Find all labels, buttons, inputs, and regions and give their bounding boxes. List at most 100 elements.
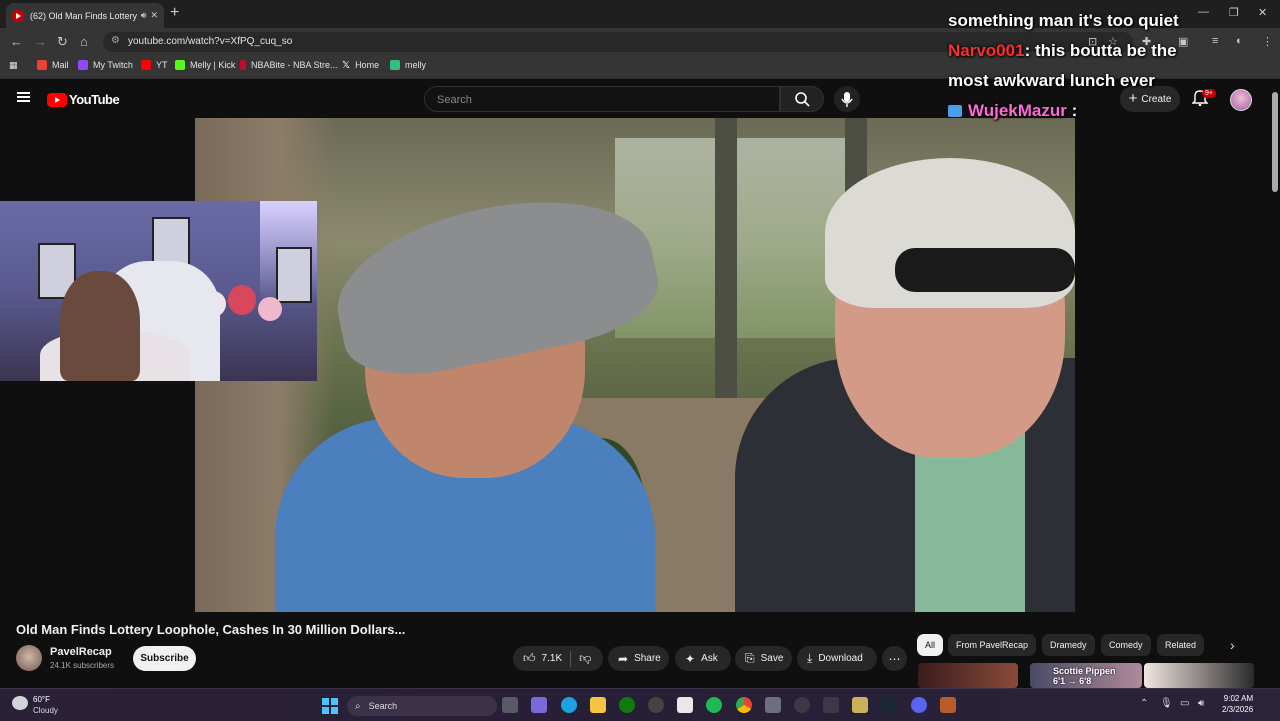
stream-chat-overlay: something man it's too quiet Narvo001: t…: [948, 6, 1280, 126]
bookmark-yt[interactable]: YT: [141, 60, 168, 70]
windows-start-icon[interactable]: [322, 698, 338, 714]
search-icon: ⌕: [355, 700, 361, 712]
twitch-icon: [78, 60, 88, 70]
browser-tab[interactable]: (62) Old Man Finds Lottery 🔊︎ ✕: [6, 3, 164, 28]
chip-comedy[interactable]: Comedy: [1101, 634, 1151, 656]
voice-search-button[interactable]: [834, 86, 860, 112]
url-text: youtube.com/watch?v=XfPQ_cuq_so: [128, 36, 293, 47]
show-hidden-icons-icon[interactable]: ⌃: [1140, 698, 1148, 709]
bookmark-my-twitch[interactable]: My Twitch: [78, 60, 133, 70]
subscribe-button[interactable]: Subscribe: [133, 646, 196, 671]
youtube-logo[interactable]: YouTube: [47, 92, 120, 107]
search-button[interactable]: [780, 86, 824, 112]
kick-icon: [175, 60, 185, 70]
reco-thumbnail[interactable]: [1144, 663, 1254, 688]
subscriber-count: 24.1K subscribers: [50, 661, 115, 670]
weather-temp[interactable]: 60°F: [33, 695, 50, 704]
chat-text: : this boutta be the: [1024, 41, 1177, 60]
back-icon[interactable]: ←: [10, 34, 23, 50]
apps-grid-icon[interactable]: ▦: [9, 60, 18, 71]
bookmark-melly[interactable]: melly: [390, 60, 426, 70]
microphone-icon: [841, 92, 853, 107]
bookmark-home[interactable]: 𝕏 Home: [342, 60, 379, 71]
microphone-tray-icon[interactable]: 🎙︎: [1160, 698, 1173, 709]
tab-close-icon[interactable]: ✕: [150, 10, 158, 21]
app-icon[interactable]: [940, 697, 956, 713]
save-button[interactable]: ⎘ Save: [735, 646, 792, 671]
weather-cloud-icon[interactable]: [12, 696, 28, 710]
search-box: [424, 86, 780, 112]
volume-icon[interactable]: 🔊︎: [1198, 698, 1204, 709]
search-icon: [795, 92, 810, 107]
webcam-poster: [276, 247, 312, 303]
search-input[interactable]: [435, 93, 759, 107]
webcam-person: [60, 271, 140, 381]
youtube-icon: [141, 60, 151, 70]
youtube-play-logo-icon: [47, 92, 67, 107]
weather-condition[interactable]: Cloudy: [33, 706, 58, 715]
taskbar-clock[interactable]: 9:02 AM 2/3/2026: [1222, 693, 1253, 715]
dislike-icon[interactable]: 👎︎: [579, 651, 591, 666]
share-button[interactable]: ➦ Share: [608, 646, 669, 671]
chrome-icon[interactable]: [736, 697, 752, 713]
chevron-right-icon[interactable]: ›: [1230, 637, 1235, 653]
bookmark-nbabite[interactable]: NBABite - NBA Stre...: [240, 60, 338, 70]
reco-thumbnail[interactable]: [918, 663, 1018, 688]
site-info-icon[interactable]: ⚙︎: [111, 35, 120, 46]
chat-username: Narvo001: [948, 41, 1025, 60]
display-icon[interactable]: ▭: [1180, 698, 1189, 709]
chat-text: :: [1066, 101, 1078, 120]
speaker-icon[interactable]: 🔊︎: [141, 10, 147, 21]
x-icon: 𝕏: [342, 60, 351, 71]
video-person-right-sunglasses: [895, 248, 1075, 292]
scrollbar-thumb[interactable]: [1272, 92, 1278, 192]
youtube-favicon-icon: [12, 9, 24, 22]
channel-avatar[interactable]: [16, 645, 42, 671]
reload-icon[interactable]: ↻: [57, 34, 68, 50]
hamburger-menu-icon[interactable]: [17, 92, 30, 102]
app-icon[interactable]: [852, 697, 868, 713]
like-count[interactable]: 7.1K: [542, 653, 563, 664]
like-dislike-group: 👍︎ 7.1K 👎︎: [513, 646, 603, 671]
video-player[interactable]: [195, 118, 1075, 612]
chip-from-channel[interactable]: From PavelRecap: [948, 634, 1037, 656]
file-explorer-icon[interactable]: [590, 697, 606, 713]
like-icon[interactable]: 👍︎: [523, 651, 536, 666]
ask-button[interactable]: ✦ Ask: [675, 646, 731, 671]
store-icon[interactable]: [677, 697, 693, 713]
webcam-poster: [152, 217, 190, 267]
download-button[interactable]: ⤓ Download: [797, 646, 877, 671]
media-player-icon[interactable]: [794, 697, 810, 713]
xbox-icon[interactable]: [619, 697, 635, 713]
subscriber-badge-icon: [948, 105, 962, 117]
app-icon[interactable]: [823, 697, 839, 713]
channel-name[interactable]: PavelRecap: [50, 646, 112, 658]
webcam-plush: [258, 297, 282, 321]
steam-icon[interactable]: [882, 697, 898, 713]
home-icon[interactable]: ⌂: [80, 34, 88, 50]
more-actions-icon[interactable]: ⋯: [882, 646, 907, 671]
page-scrollbar[interactable]: [1270, 80, 1280, 690]
reco-thumbnail-text: Scottie Pippen 6'1 → 6'8: [1053, 666, 1116, 686]
forward-icon[interactable]: →: [34, 34, 47, 50]
task-view-icon[interactable]: [502, 697, 518, 713]
new-tab-icon[interactable]: +: [170, 4, 179, 22]
divider: [570, 650, 572, 667]
discord-icon[interactable]: [911, 697, 927, 713]
spotify-icon[interactable]: [706, 697, 722, 713]
app-icon[interactable]: [648, 697, 664, 713]
chip-all[interactable]: All: [917, 634, 944, 656]
chat-message-cont: most awkward lunch ever: [948, 71, 1155, 90]
edge-icon[interactable]: [561, 697, 577, 713]
bookmark-favicon-icon: [390, 60, 400, 70]
webcam-plush: [228, 285, 256, 315]
chip-related[interactable]: Related: [1157, 634, 1205, 656]
bookmark-melly-kick[interactable]: Melly | Kick: [175, 60, 235, 70]
copilot-icon[interactable]: [531, 697, 547, 713]
chip-dramedy[interactable]: Dramedy: [1042, 634, 1095, 656]
taskbar-search[interactable]: ⌕ Search: [347, 696, 497, 716]
app-icon[interactable]: [765, 697, 781, 713]
chat-message: Narvo001: this boutta be the: [948, 36, 1280, 66]
bookmark-mail[interactable]: Mail: [37, 60, 69, 70]
download-icon: ⤓: [807, 651, 813, 665]
